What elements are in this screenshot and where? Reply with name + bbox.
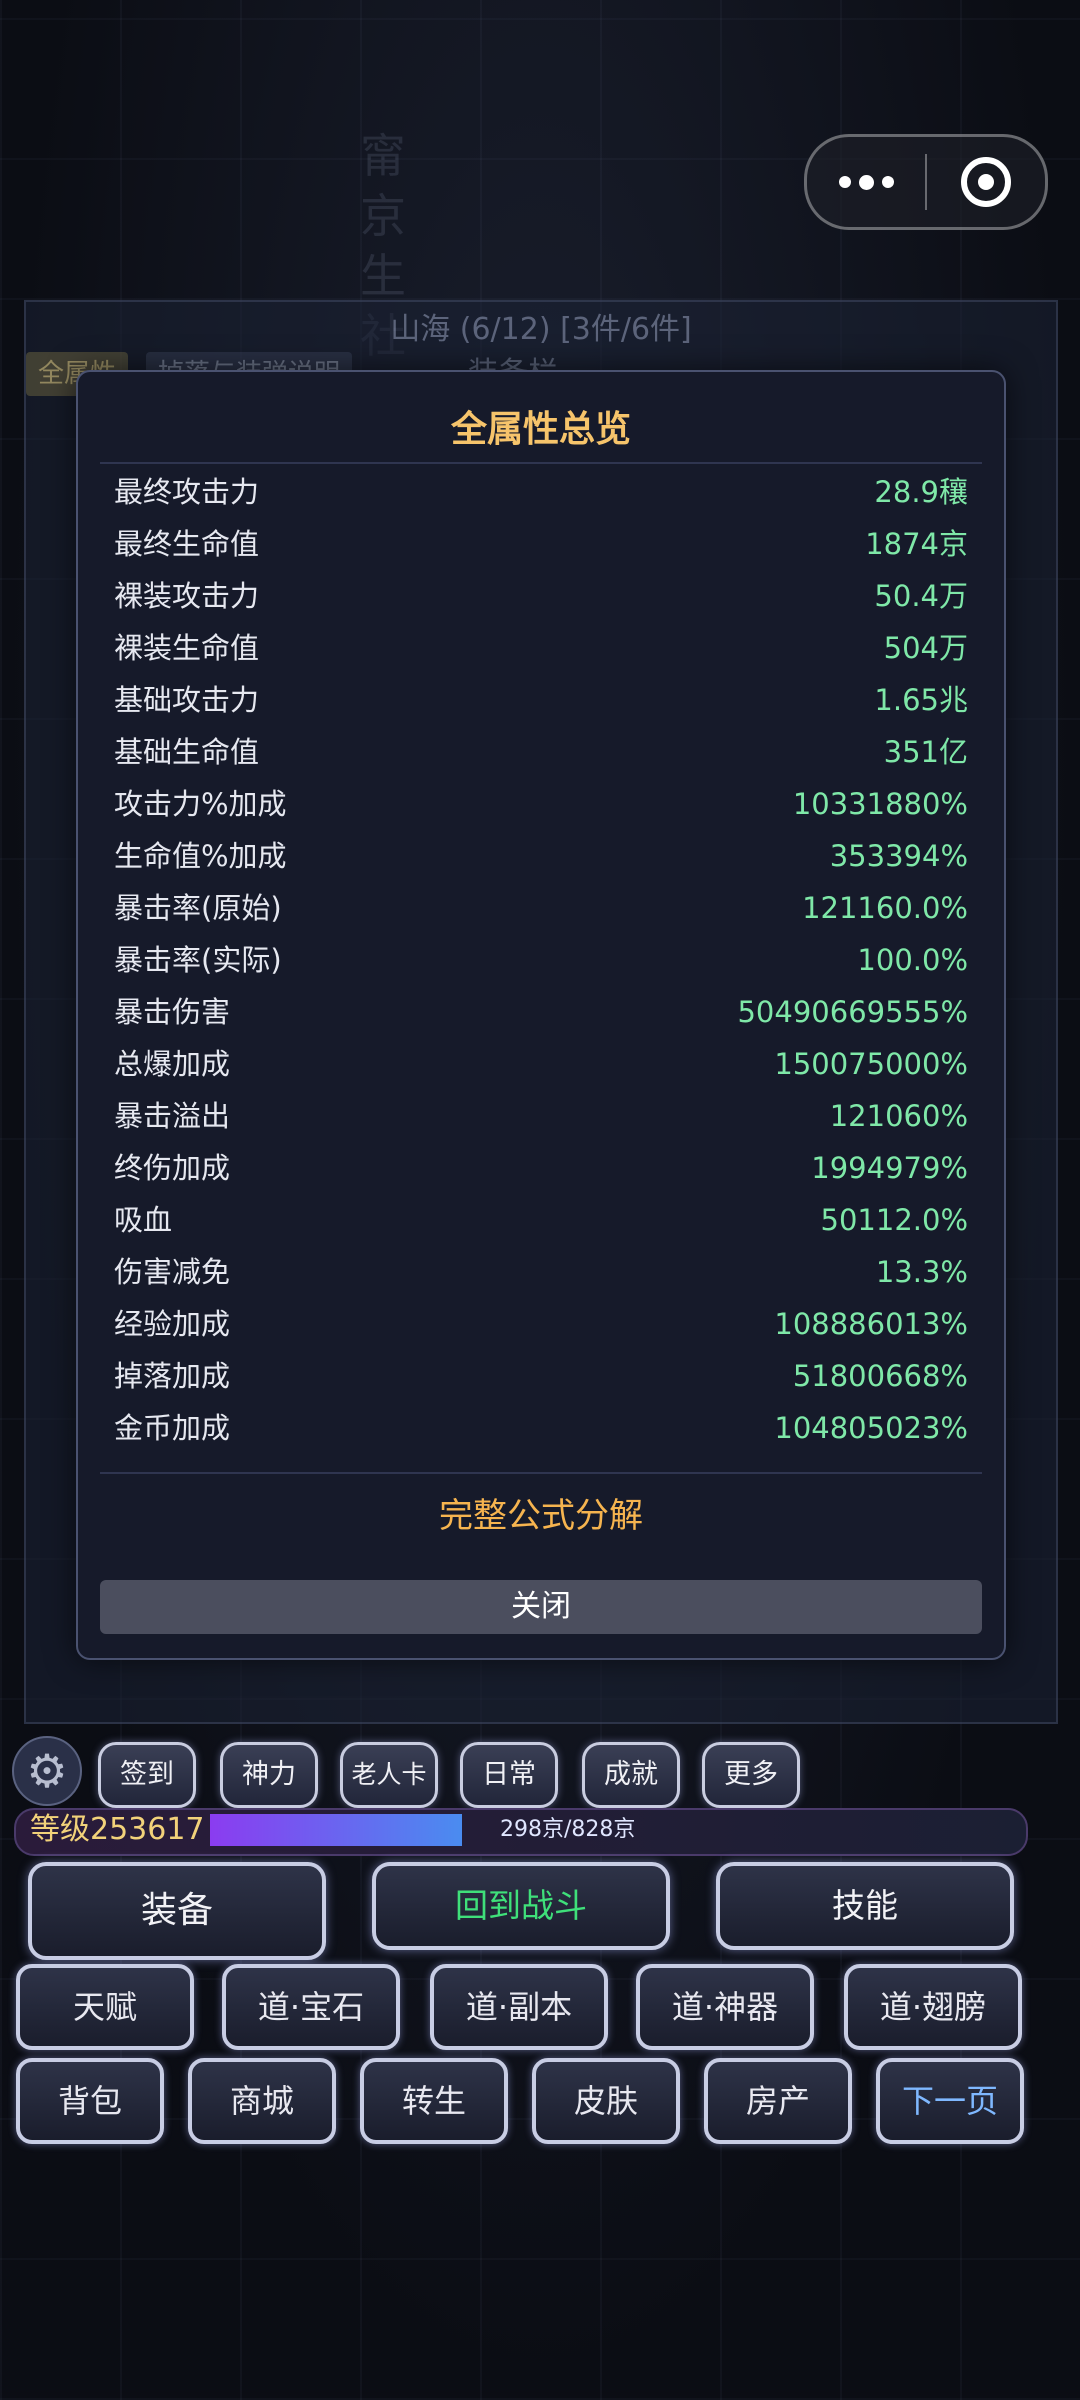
stat-row: 基础攻击力 1.65兆 bbox=[114, 674, 968, 726]
stat-value: 104805023% bbox=[774, 1411, 968, 1445]
stat-row: 经验加成 108886013% bbox=[114, 1298, 968, 1350]
stat-value: 51800668% bbox=[792, 1359, 968, 1393]
stat-row: 裸装攻击力 50.4万 bbox=[114, 570, 968, 622]
stat-label: 暴击率(实际) bbox=[114, 943, 282, 977]
stat-row: 伤害减免 13.3% bbox=[114, 1246, 968, 1298]
gem-button[interactable]: 道·宝石 bbox=[222, 1964, 400, 2050]
bg-glyph: 京 bbox=[360, 189, 406, 243]
more-dots-icon bbox=[838, 174, 894, 190]
stat-value: 100.0% bbox=[857, 943, 968, 977]
stat-label: 经验加成 bbox=[114, 1307, 231, 1341]
stat-label: 暴击伤害 bbox=[114, 995, 231, 1029]
dungeon-button[interactable]: 道·副本 bbox=[430, 1964, 608, 2050]
stat-row: 攻击力%加成 10331880% bbox=[114, 778, 968, 830]
stat-row: 吸血 50112.0% bbox=[114, 1194, 968, 1246]
xp-text: 298京/828京 bbox=[500, 1817, 636, 1842]
stat-row: 金币加成 104805023% bbox=[114, 1402, 968, 1454]
shop-button[interactable]: 商城 bbox=[188, 2058, 336, 2144]
stat-row: 基础生命值 351亿 bbox=[114, 726, 968, 778]
settings-button[interactable]: ⚙ bbox=[12, 1736, 82, 1806]
stat-row: 终伤加成 1994979% bbox=[114, 1142, 968, 1194]
more-button[interactable] bbox=[807, 137, 925, 227]
bg-glyph: 甯 bbox=[360, 129, 406, 183]
stat-value: 50490669555% bbox=[737, 995, 968, 1029]
skin-button[interactable]: 皮肤 bbox=[532, 2058, 680, 2144]
stat-label: 基础生命值 bbox=[114, 735, 260, 769]
return-to-battle-button[interactable]: 回到战斗 bbox=[372, 1862, 670, 1950]
rebirth-button[interactable]: 转生 bbox=[360, 2058, 508, 2144]
stat-value: 13.3% bbox=[875, 1255, 968, 1289]
close-button[interactable]: 关闭 bbox=[100, 1580, 982, 1634]
stat-value: 50112.0% bbox=[820, 1203, 968, 1237]
achievement-button[interactable]: 成就 bbox=[582, 1742, 680, 1808]
wings-button[interactable]: 道·翅膀 bbox=[844, 1964, 1022, 2050]
stat-value: 10331880% bbox=[792, 787, 968, 821]
stat-row: 总爆加成 150075000% bbox=[114, 1038, 968, 1090]
level-label: 等级253617 bbox=[30, 1812, 205, 1847]
stat-value: 121160.0% bbox=[802, 891, 968, 925]
elder-card-button[interactable]: 老人卡 bbox=[340, 1742, 438, 1808]
stat-value: 1874京 bbox=[865, 527, 968, 561]
gear-icon: ⚙ bbox=[26, 1744, 68, 1798]
more-menu-button[interactable]: 更多 bbox=[702, 1742, 800, 1808]
stat-label: 生命值%加成 bbox=[114, 839, 287, 873]
panel-title: 山海 (6/12) [3件/6件] bbox=[390, 312, 692, 347]
stat-value: 504万 bbox=[883, 631, 968, 665]
divider bbox=[100, 1472, 982, 1474]
dialog-title: 全属性总览 bbox=[450, 409, 631, 450]
xp-progress-fill bbox=[210, 1814, 462, 1846]
stat-value: 353394% bbox=[829, 839, 968, 873]
stat-label: 暴击率(原始) bbox=[114, 891, 282, 925]
stat-row: 裸装生命值 504万 bbox=[114, 622, 968, 674]
next-page-button[interactable]: 下一页 bbox=[876, 2058, 1024, 2144]
stat-label: 总爆加成 bbox=[114, 1047, 231, 1081]
stat-label: 最终攻击力 bbox=[114, 475, 260, 509]
divine-power-button[interactable]: 神力 bbox=[220, 1742, 318, 1808]
stat-label: 伤害减免 bbox=[114, 1255, 231, 1289]
stat-value: 150075000% bbox=[774, 1047, 968, 1081]
stat-value: 108886013% bbox=[774, 1307, 968, 1341]
stat-list: 最终攻击力 28.9穰 最终生命值 1874京 裸装攻击力 50.4万 裸装生命值 50… bbox=[114, 466, 968, 1454]
stat-row: 最终生命值 1874京 bbox=[114, 518, 968, 570]
stat-label: 裸装攻击力 bbox=[114, 579, 260, 613]
stat-label: 裸装生命值 bbox=[114, 631, 260, 665]
mini-program-capsule bbox=[804, 134, 1048, 230]
stat-label: 最终生命值 bbox=[114, 527, 260, 561]
property-button[interactable]: 房产 bbox=[704, 2058, 852, 2144]
stat-row: 暴击伤害 50490669555% bbox=[114, 986, 968, 1038]
stat-value: 28.9穰 bbox=[874, 475, 968, 509]
equipment-button[interactable]: 装备 bbox=[28, 1862, 326, 1960]
stat-label: 基础攻击力 bbox=[114, 683, 260, 717]
stat-label: 金币加成 bbox=[114, 1411, 231, 1445]
stat-row: 生命值%加成 353394% bbox=[114, 830, 968, 882]
stat-row: 暴击率(实际) 100.0% bbox=[114, 934, 968, 986]
artifact-button[interactable]: 道·神器 bbox=[636, 1964, 814, 2050]
attribute-overview-dialog: 全属性总览 最终攻击力 28.9穰 最终生命值 1874京 裸装攻击力 50.4万 裸… bbox=[76, 370, 1006, 1660]
stat-label: 暴击溢出 bbox=[114, 1099, 231, 1133]
formula-breakdown-link[interactable]: 完整公式分解 bbox=[78, 1488, 1004, 1537]
stat-row: 暴击率(原始) 121160.0% bbox=[114, 882, 968, 934]
bg-glyph: 生 bbox=[360, 249, 406, 303]
stat-value: 121060% bbox=[829, 1099, 968, 1133]
stat-value: 1994979% bbox=[811, 1151, 968, 1185]
checkin-button[interactable]: 签到 bbox=[98, 1742, 196, 1808]
skills-button[interactable]: 技能 bbox=[716, 1862, 1014, 1950]
stat-value: 1.65兆 bbox=[874, 683, 968, 717]
stat-label: 吸血 bbox=[114, 1203, 173, 1237]
stat-label: 掉落加成 bbox=[114, 1359, 231, 1393]
backpack-button[interactable]: 背包 bbox=[16, 2058, 164, 2144]
stat-row: 暴击溢出 121060% bbox=[114, 1090, 968, 1142]
stat-value: 50.4万 bbox=[874, 579, 968, 613]
stat-label: 终伤加成 bbox=[114, 1151, 231, 1185]
stat-row: 最终攻击力 28.9穰 bbox=[114, 466, 968, 518]
target-close-icon bbox=[961, 157, 1011, 207]
talent-button[interactable]: 天赋 bbox=[16, 1964, 194, 2050]
stat-row: 掉落加成 51800668% bbox=[114, 1350, 968, 1402]
close-mini-program-button[interactable] bbox=[927, 137, 1045, 227]
stat-label: 攻击力%加成 bbox=[114, 787, 287, 821]
stat-value: 351亿 bbox=[883, 735, 968, 769]
daily-button[interactable]: 日常 bbox=[460, 1742, 558, 1808]
divider bbox=[100, 462, 982, 464]
